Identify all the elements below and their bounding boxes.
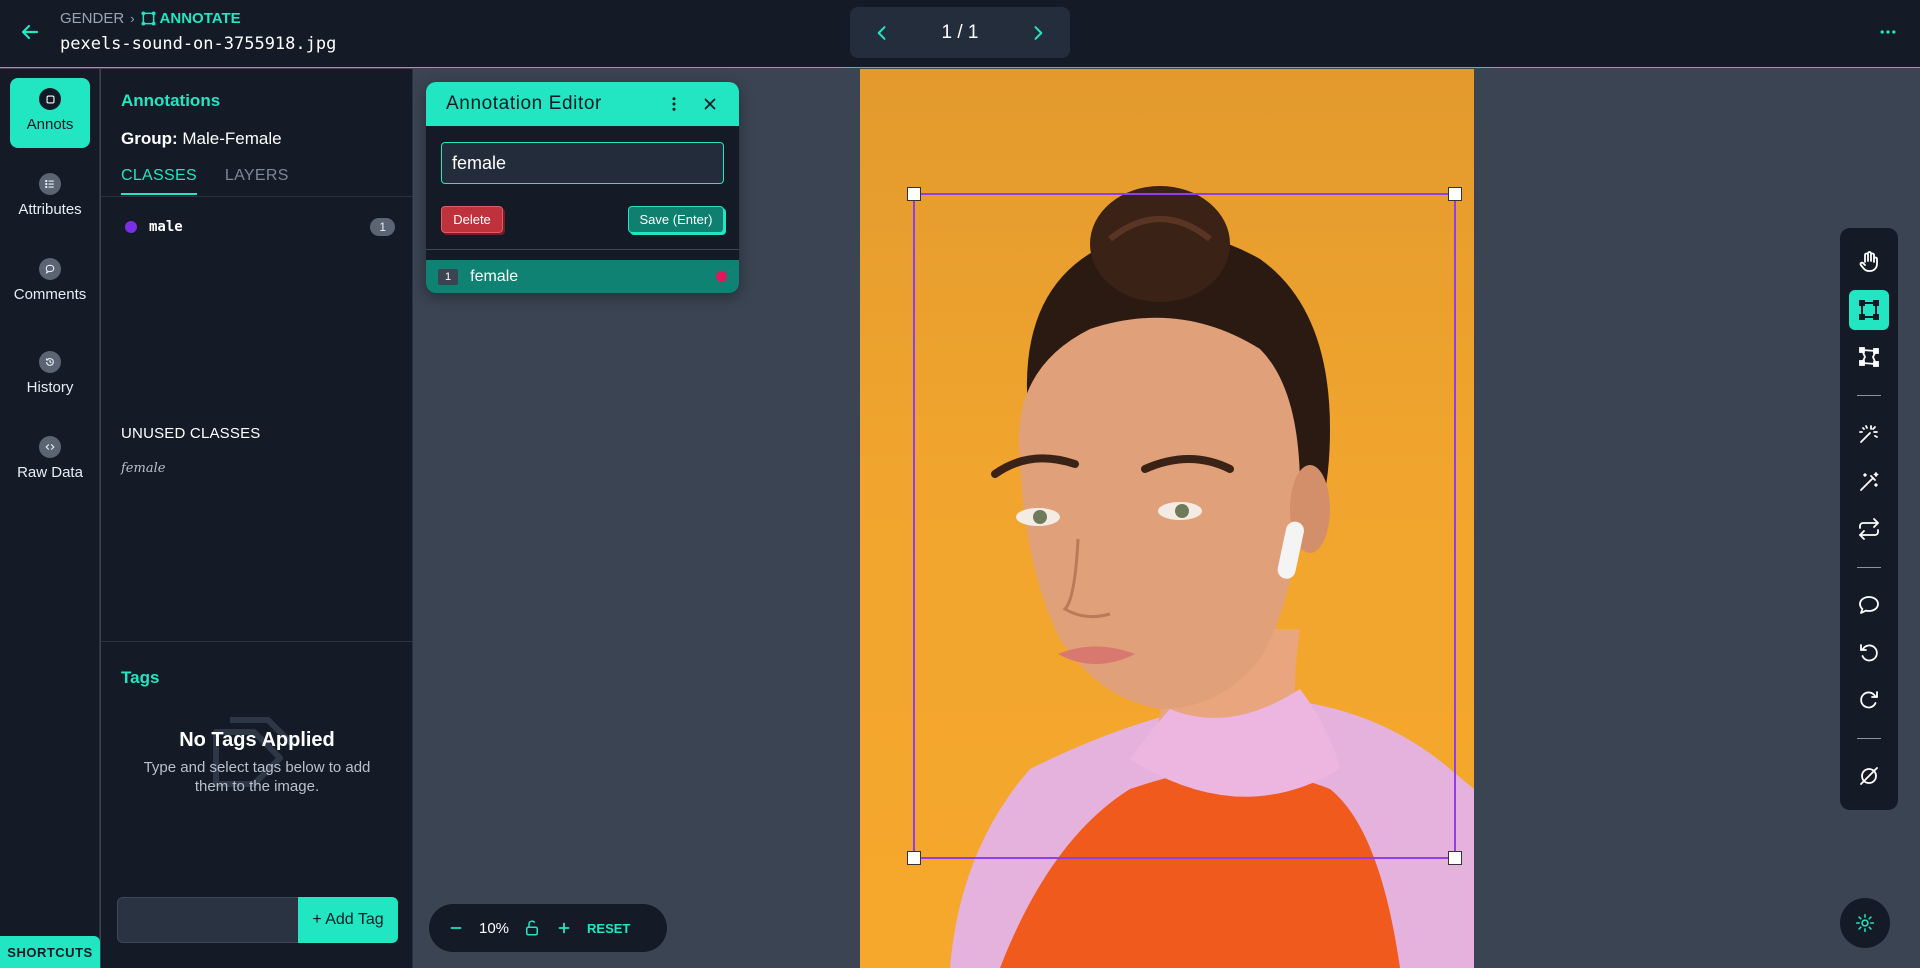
file-name: pexels-sound-on-3755918.jpg [60,34,337,54]
divider [1857,567,1881,568]
shortcuts-button[interactable]: SHORTCUTS [0,936,100,968]
hand-icon[interactable] [1849,242,1889,282]
rail-item-raw-data[interactable]: Raw Data [10,426,90,496]
back-arrow-icon[interactable] [18,20,42,44]
zoom-level: 10% [479,919,510,937]
unlock-icon[interactable] [523,919,541,937]
panel-title: Annotations [121,91,221,110]
panel-tabs: CLASSES LAYERS [121,167,289,195]
left-rail: Annots Attributes Comments History Raw D… [0,69,100,968]
editor-header: Annotation Editor [426,82,739,126]
next-image-icon[interactable] [1028,23,1048,43]
divider [101,196,413,197]
rail-label: History [26,379,74,396]
comment-icon[interactable] [1849,585,1889,625]
redo-icon[interactable] [1849,680,1889,720]
magic-select-icon[interactable] [1849,414,1889,454]
unused-class-item[interactable]: female [121,461,165,476]
resize-handle-bottom-right[interactable] [1448,851,1462,865]
hide-icon[interactable] [1849,756,1889,796]
settings-icon[interactable] [1840,898,1890,948]
tags-title: Tags [121,668,160,687]
tag-input[interactable] [117,897,300,943]
resize-handle-bottom-left[interactable] [907,851,921,865]
bounding-box-icon[interactable] [1849,290,1889,330]
class-color-dot [125,221,137,233]
no-tags-title: No Tags Applied [179,729,335,751]
tab-classes[interactable]: CLASSES [121,167,197,195]
zoom-controls: 10% RESET [429,904,667,952]
breadcrumb-project[interactable]: GENDER [60,10,124,27]
close-icon[interactable] [701,95,719,113]
tool-palette [1840,228,1898,810]
row-number: 1 [438,268,459,285]
class-name-input[interactable] [441,142,724,184]
code-icon [39,436,61,458]
history-icon [39,351,61,373]
no-tags-description: Type and select tags below to add them t… [143,759,371,795]
delete-button[interactable]: Delete [441,206,503,233]
repeat-icon[interactable] [1849,509,1889,549]
annotation-editor: Annotation Editor Delete Save (Enter) 1 … [426,82,739,293]
annotate-icon [140,11,156,26]
more-options-icon[interactable] [1878,22,1898,42]
rail-label: Raw Data [17,464,83,481]
divider [426,249,739,250]
image-pager: 1 / 1 [850,7,1070,58]
group-info: Group: Male-Female [121,129,282,149]
group-label: Group: [121,129,178,148]
breadcrumb-current: ANNOTATE [140,10,241,27]
divider [101,641,413,642]
magic-wand-icon[interactable] [1849,462,1889,502]
rail-item-attributes[interactable]: Attributes [10,163,90,233]
rail-item-history[interactable]: History [10,341,90,411]
class-name: male [149,219,183,235]
unused-classes-title: UNUSED CLASSES [121,425,261,442]
breadcrumb-page: ANNOTATE [159,10,241,27]
add-tag-button[interactable]: + Add Tag [298,897,398,943]
rail-label: Attributes [18,201,82,218]
breadcrumb: GENDER › ANNOTATE [60,10,241,27]
polygon-icon[interactable] [1849,337,1889,377]
pager-count: 1 / 1 [941,21,979,43]
more-vertical-icon[interactable] [665,95,683,113]
rail-item-annots[interactable]: Annots [10,78,90,148]
rail-item-comments[interactable]: Comments [10,248,90,318]
resize-handle-top-right[interactable] [1448,187,1462,201]
class-suggestion-row[interactable]: 1 female [426,260,739,293]
editor-title: Annotation Editor [446,93,602,114]
divider [1857,395,1881,396]
bounding-box-annotation[interactable] [907,187,1462,865]
rail-label: Annots [26,116,74,133]
class-color-dot [716,271,727,282]
tab-layers[interactable]: LAYERS [225,167,289,195]
group-value: Male-Female [182,129,282,148]
rail-label: Comments [13,286,87,303]
row-class-name: female [470,267,519,285]
top-bar: GENDER › ANNOTATE pexels-sound-on-375591… [0,0,1920,68]
class-item-male[interactable]: male 1 [125,215,395,239]
previous-image-icon[interactable] [872,23,892,43]
reset-zoom-button[interactable]: RESET [587,921,630,936]
zoom-out-icon[interactable] [447,919,465,937]
undo-icon[interactable] [1849,633,1889,673]
zoom-in-icon[interactable] [555,919,573,937]
annotations-panel: Annotations Group: Male-Female CLASSES L… [101,69,413,968]
annotation-icon [39,88,61,110]
comment-icon [39,258,61,280]
resize-handle-top-left[interactable] [907,187,921,201]
class-count-badge: 1 [370,218,395,236]
list-icon [39,173,61,195]
divider [1857,738,1881,739]
save-button[interactable]: Save (Enter) [628,206,724,233]
chevron-right-icon: › [130,11,135,26]
